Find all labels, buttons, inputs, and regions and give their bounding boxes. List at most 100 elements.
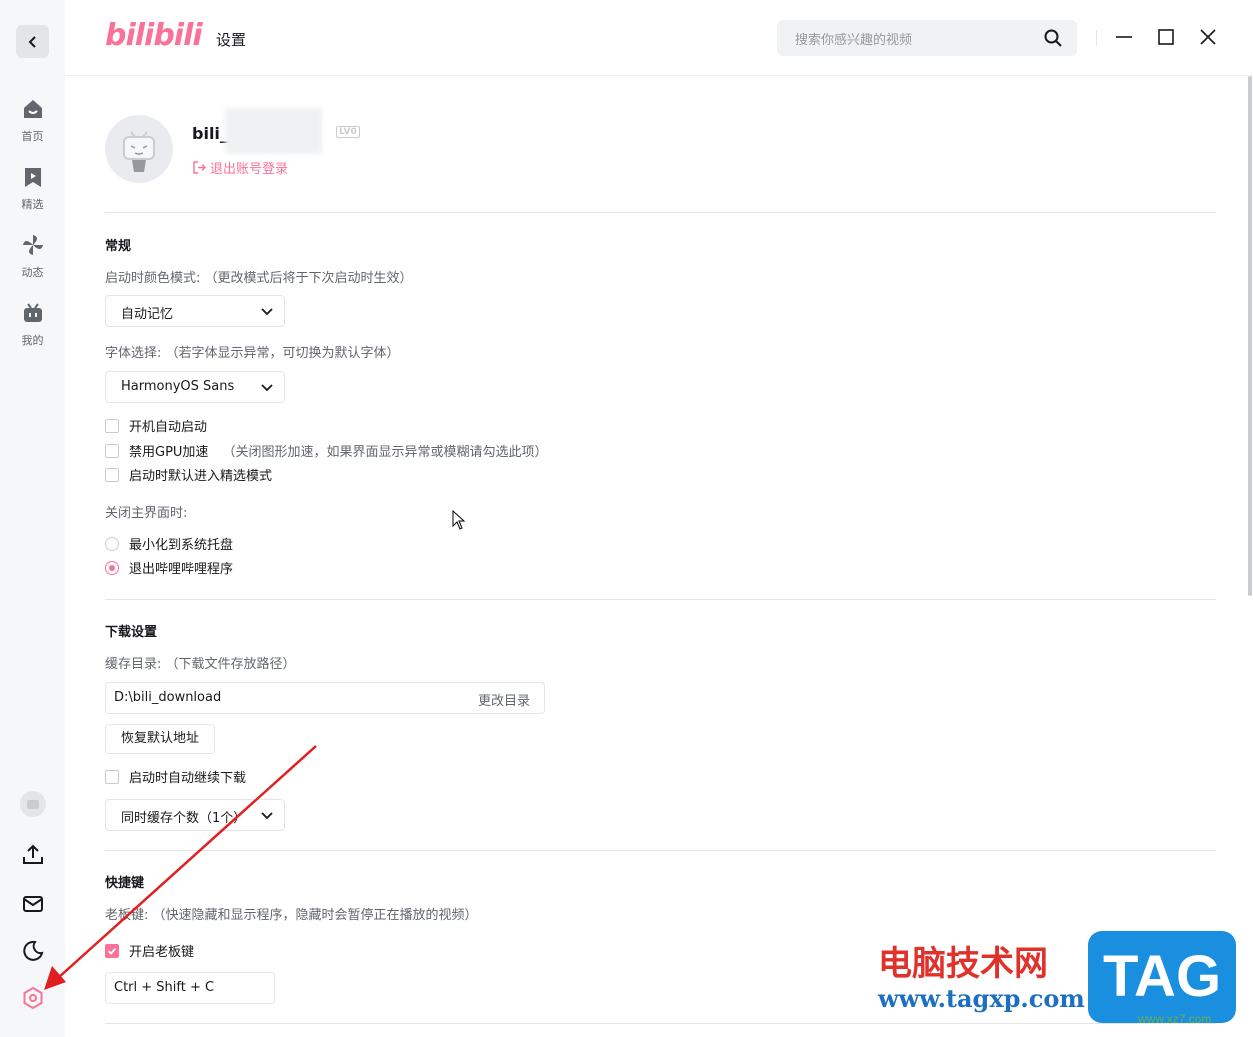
logout-link[interactable]: 退出账号登录 xyxy=(192,158,288,177)
mouse-cursor-icon xyxy=(452,510,466,530)
restore-default-button[interactable]: 恢复默认地址 xyxy=(105,724,216,754)
profile-avatar xyxy=(105,115,173,183)
section-general-title: 常规 xyxy=(105,239,132,254)
radio-button-selected[interactable] xyxy=(105,560,119,575)
close-button[interactable] xyxy=(1197,26,1219,48)
section-shortcuts-title: 快捷键 xyxy=(105,876,145,891)
section-download-title: 下载设置 xyxy=(105,625,158,640)
avatar-icon xyxy=(20,791,46,817)
sidebar-item-dynamic[interactable]: 动态 xyxy=(0,233,65,280)
divider xyxy=(1096,30,1097,46)
bookmark-icon xyxy=(24,168,41,187)
upload-icon xyxy=(23,844,43,864)
maximize-icon xyxy=(1158,29,1174,45)
sidebar-item-featured[interactable]: 精选 xyxy=(0,165,65,212)
checkbox-checked[interactable] xyxy=(105,943,119,958)
sidebar: 首页 精选 动态 我的 xyxy=(0,0,65,1037)
logout-icon xyxy=(193,161,206,174)
checkbox[interactable] xyxy=(105,467,119,482)
concurrent-value: 同时缓存个数（1个） xyxy=(121,811,247,826)
cache-dir-label: 缓存目录: （下载文件存放路径） xyxy=(105,657,296,672)
boss-key-input[interactable]: Ctrl + Shift + C xyxy=(105,972,275,1004)
boss-key-label: 老板键: （快速隐藏和显示程序，隐藏时会暂停正在播放的视频） xyxy=(105,908,478,923)
auto-start-label: 开机自动启动 xyxy=(129,420,208,435)
sidebar-item-label: 我的 xyxy=(21,334,44,347)
default-featured-label: 启动时默认进入精选模式 xyxy=(129,469,273,484)
pinwheel-icon xyxy=(22,235,43,255)
enable-boss-key-label: 开启老板键 xyxy=(129,945,195,960)
top-bar: bilibili 设置 搜索你感兴趣的视频 xyxy=(65,0,1253,76)
sidebar-item-mine[interactable]: 我的 xyxy=(0,301,65,348)
upload-button[interactable] xyxy=(20,842,46,868)
change-dir-button[interactable]: 更改目录 xyxy=(478,690,530,709)
download-path-field[interactable]: D:\bili_download 更改目录 xyxy=(105,682,545,714)
concurrent-select[interactable]: 同时缓存个数（1个） xyxy=(105,799,285,831)
minimize-icon xyxy=(1116,36,1132,38)
disable-gpu-label: 禁用GPU加速 xyxy=(129,445,209,460)
redacted-username xyxy=(225,108,322,154)
back-button[interactable] xyxy=(16,25,49,58)
minimize-tray-radio[interactable]: 最小化到系统托盘 xyxy=(105,534,233,553)
search-icon[interactable] xyxy=(1043,28,1063,52)
default-featured-checkbox[interactable]: 启动时默认进入精选模式 xyxy=(105,465,272,484)
font-select[interactable]: HarmonyOS Sans xyxy=(105,371,285,403)
font-label: 字体选择: （若字体显示异常，可切换为默认字体） xyxy=(105,346,400,361)
settings-icon xyxy=(23,986,43,1010)
message-button[interactable] xyxy=(20,891,46,917)
minimize-tray-label: 最小化到系统托盘 xyxy=(129,538,234,553)
user-avatar[interactable] xyxy=(20,791,46,817)
chevron-down-icon xyxy=(261,812,273,820)
checkbox[interactable] xyxy=(105,769,119,784)
sidebar-item-label: 首页 xyxy=(21,130,44,143)
font-value: HarmonyOS Sans xyxy=(121,379,235,394)
watermark-site: www.xz7.com xyxy=(1138,1012,1212,1026)
chevron-down-icon xyxy=(261,308,273,316)
boss-key-value: Ctrl + Shift + C xyxy=(114,980,215,995)
enable-boss-key-checkbox[interactable]: 开启老板键 xyxy=(105,941,194,960)
disable-gpu-hint: （关闭图形加速，如果界面显示异常或模糊请勾选此项） xyxy=(222,445,548,460)
auto-resume-checkbox[interactable]: 启动时自动继续下载 xyxy=(105,767,246,786)
annotation-arrow xyxy=(44,745,317,990)
maximize-button[interactable] xyxy=(1155,26,1177,48)
level-badge: LV0 xyxy=(336,126,360,138)
tv-icon xyxy=(23,303,42,322)
color-mode-value: 自动记忆 xyxy=(121,307,174,322)
check-icon xyxy=(107,947,117,955)
chevron-down-icon xyxy=(261,384,273,392)
minimize-button[interactable] xyxy=(1113,26,1135,48)
tv-face-icon xyxy=(123,131,155,172)
watermark-tag-logo: TAG xyxy=(1088,931,1236,1023)
watermark-text: 电脑技术网 xyxy=(878,944,1048,984)
moon-icon xyxy=(23,940,44,961)
settings-button[interactable] xyxy=(20,985,46,1011)
color-mode-select[interactable]: 自动记忆 xyxy=(105,295,285,327)
home-icon xyxy=(23,100,42,118)
theme-button[interactable] xyxy=(20,938,46,964)
divider xyxy=(105,850,1216,851)
auto-start-checkbox[interactable]: 开机自动启动 xyxy=(105,416,207,435)
divider xyxy=(105,599,1216,600)
checkbox[interactable] xyxy=(105,418,119,433)
checkbox[interactable] xyxy=(105,443,119,458)
mail-icon xyxy=(23,896,43,912)
bilibili-logo: bilibili xyxy=(105,18,203,53)
page-title: 设置 xyxy=(216,31,247,49)
color-mode-label: 启动时颜色模式: （更改模式后将于下次启动时生效） xyxy=(105,271,413,286)
sidebar-item-home[interactable]: 首页 xyxy=(0,97,65,144)
close-icon xyxy=(1200,29,1216,45)
chevron-left-icon xyxy=(28,35,36,48)
search-input[interactable]: 搜索你感兴趣的视频 xyxy=(777,20,1077,56)
exit-program-label: 退出哔哩哔哩程序 xyxy=(129,562,234,577)
sidebar-item-label: 动态 xyxy=(21,266,44,279)
radio-button[interactable] xyxy=(105,536,119,551)
search-placeholder: 搜索你感兴趣的视频 xyxy=(795,33,913,48)
logout-label: 退出账号登录 xyxy=(210,162,289,177)
disable-gpu-checkbox[interactable]: 禁用GPU加速 （关闭图形加速，如果界面显示异常或模糊请勾选此项） xyxy=(105,441,547,460)
watermark-url: www.tagxp.com xyxy=(878,984,1085,1013)
divider xyxy=(105,1023,1216,1024)
divider xyxy=(105,212,1216,213)
scrollbar[interactable] xyxy=(1248,76,1252,596)
exit-program-radio[interactable]: 退出哔哩哔哩程序 xyxy=(105,558,233,577)
download-path-value: D:\bili_download xyxy=(114,690,222,705)
auto-resume-label: 启动时自动继续下载 xyxy=(129,771,247,786)
